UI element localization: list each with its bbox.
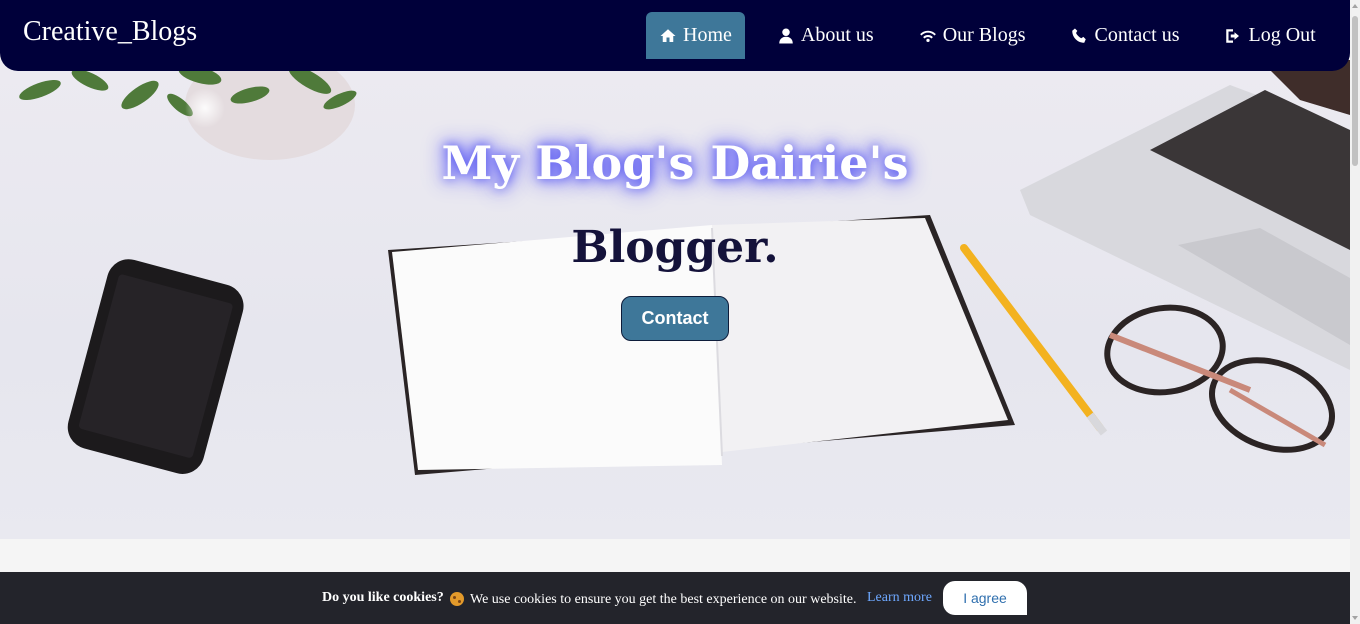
nav-item-label: Home: [683, 24, 732, 46]
nav-item-label: Our Blogs: [942, 24, 1026, 46]
scroll-down-icon[interactable]: [1352, 616, 1358, 620]
scroll-up-icon[interactable]: [1352, 4, 1358, 8]
phone-icon: [1072, 28, 1087, 43]
learn-more-link[interactable]: Learn more: [867, 590, 932, 606]
navbar: Creative_Blogs Home About us Our Blogs C…: [0, 0, 1350, 71]
wifi-icon: [919, 30, 936, 42]
cookie-icon: [450, 592, 464, 606]
nav-item-label: About us: [800, 24, 874, 46]
scrollbar-thumb[interactable]: [1352, 16, 1358, 166]
logout-icon: [1226, 28, 1240, 43]
hero-subtitle: Blogger.: [571, 222, 779, 273]
user-icon: [779, 28, 793, 43]
hero-section: My Blog's Dairie's Blogger. Contact: [0, 60, 1350, 539]
nav-links: Home About us Our Blogs Contact us Log O…: [646, 12, 1329, 59]
hero-title: My Blog's Dairie's: [441, 136, 909, 190]
nav-item-label: Log Out: [1248, 24, 1316, 46]
nav-item-label: Contact us: [1094, 24, 1180, 46]
nav-item-contact[interactable]: Contact us: [1057, 12, 1192, 59]
nav-item-about[interactable]: About us: [764, 12, 887, 59]
nav-item-blogs[interactable]: Our Blogs: [906, 12, 1039, 59]
page-scrollbar[interactable]: [1350, 0, 1360, 624]
agree-button[interactable]: I agree: [943, 581, 1027, 615]
cookie-question: Do you like cookies?: [322, 590, 444, 605]
brand-logo[interactable]: Creative_Blogs: [23, 16, 197, 48]
nav-item-logout[interactable]: Log Out: [1211, 12, 1328, 59]
home-icon: [660, 28, 676, 42]
cookie-consent-bar: Do you like cookies? We use cookies to e…: [0, 572, 1350, 624]
nav-item-home[interactable]: Home: [646, 12, 745, 59]
contact-button[interactable]: Contact: [621, 296, 729, 341]
cookie-message: We use cookies to ensure you get the bes…: [470, 592, 857, 607]
